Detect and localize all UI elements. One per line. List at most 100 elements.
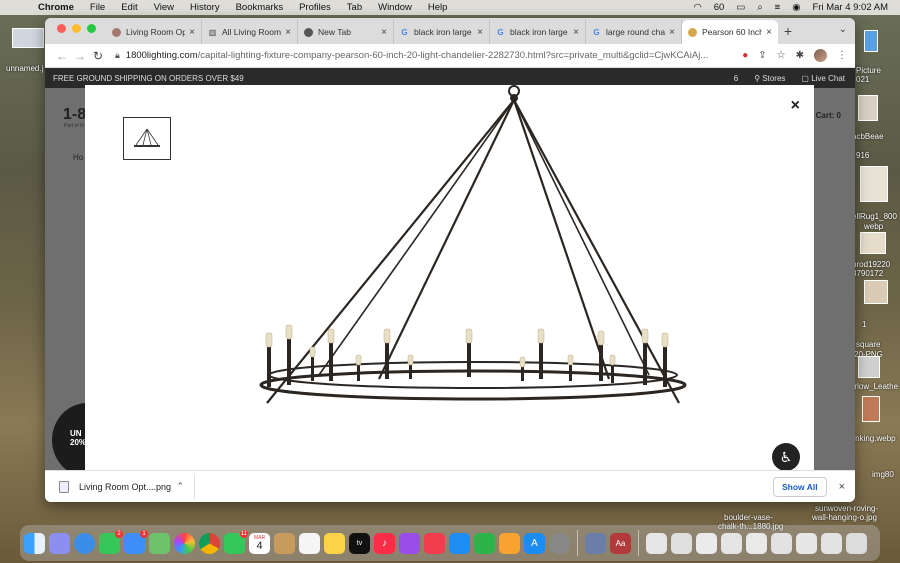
desktop-file-label[interactable]: 916 bbox=[856, 151, 869, 160]
desktop-file-thumbnail[interactable] bbox=[12, 28, 44, 48]
messages-icon[interactable]: 2 bbox=[99, 529, 123, 554]
safari-icon[interactable] bbox=[74, 532, 95, 554]
desktop-file-label[interactable]: 8790172 bbox=[852, 269, 883, 278]
desktop-file-label[interactable]: acbBeae bbox=[852, 132, 884, 141]
zoom-window-button[interactable] bbox=[87, 23, 96, 33]
close-tab-icon[interactable]: × bbox=[285, 27, 291, 38]
accessibility-button[interactable]: ♿︎ bbox=[772, 443, 800, 470]
profile-avatar[interactable] bbox=[814, 49, 827, 62]
recent-file-icon[interactable] bbox=[721, 532, 742, 554]
menu-help[interactable]: Help bbox=[428, 2, 448, 13]
menu-history[interactable]: History bbox=[190, 2, 220, 13]
desktop-file-label[interactable]: boulder-vase- bbox=[724, 513, 773, 522]
news-icon[interactable] bbox=[424, 532, 445, 554]
product-thumbnail[interactable] bbox=[123, 117, 171, 160]
desktop-file-thumbnail[interactable] bbox=[858, 356, 880, 378]
recent-file-icon[interactable] bbox=[821, 532, 842, 554]
desktop-file-label[interactable]: webp bbox=[864, 222, 883, 231]
recent-file-icon[interactable] bbox=[646, 532, 667, 554]
close-tab-icon[interactable]: × bbox=[766, 27, 772, 38]
address-bar[interactable]: 🔒︎ 1800lighting.com /capital-lighting-fi… bbox=[115, 50, 732, 61]
desktop-file-thumbnail[interactable] bbox=[860, 232, 886, 254]
tab-new-tab[interactable]: New Tab × bbox=[298, 20, 394, 44]
facetime-icon[interactable]: 11 bbox=[224, 529, 248, 554]
recent-file-icon[interactable] bbox=[746, 532, 767, 554]
desktop-file-label[interactable]: square bbox=[856, 340, 880, 349]
forward-arrow-icon[interactable]: → bbox=[71, 49, 89, 63]
menu-window[interactable]: Window bbox=[378, 2, 412, 13]
close-tab-icon[interactable]: × bbox=[477, 27, 483, 38]
cart-link[interactable]: Cart: 0 bbox=[816, 111, 841, 120]
extension-badge-icon[interactable]: ● bbox=[742, 50, 748, 61]
chevron-up-icon[interactable]: ⌃ bbox=[176, 481, 184, 492]
kebab-menu-icon[interactable]: ⋮ bbox=[837, 50, 847, 61]
chevron-down-icon[interactable]: ⌄ bbox=[839, 24, 847, 35]
close-tab-icon[interactable]: × bbox=[669, 27, 675, 38]
recent-file-icon[interactable] bbox=[796, 532, 817, 554]
menu-file[interactable]: File bbox=[90, 2, 105, 13]
desktop-file-thumbnail[interactable] bbox=[858, 95, 878, 121]
tab-living-room-options[interactable]: Living Room Opt × bbox=[106, 20, 202, 44]
wifi-icon[interactable]: ◠ bbox=[693, 2, 701, 13]
menu-edit[interactable]: Edit bbox=[121, 2, 137, 13]
clock[interactable]: Fri Mar 4 9:02 AM bbox=[813, 2, 889, 13]
tab-google-search-1[interactable]: G black iron large × bbox=[394, 20, 490, 44]
reload-icon[interactable]: ↻ bbox=[89, 49, 107, 63]
desktop-file-label[interactable]: prod19220 bbox=[852, 260, 890, 269]
shipping-banner-text[interactable]: FREE GROUND SHIPPING ON ORDERS OVER $49 bbox=[53, 74, 244, 83]
app-store-icon[interactable]: A bbox=[524, 532, 545, 554]
close-tab-icon[interactable]: × bbox=[189, 27, 195, 38]
desktop-file-thumbnail[interactable] bbox=[862, 396, 880, 422]
desktop-file-label[interactable]: sunwoven-roving- bbox=[815, 504, 878, 513]
download-item[interactable]: Living Room Opt....png ⌃ bbox=[55, 474, 195, 499]
menu-view[interactable]: View bbox=[154, 2, 174, 13]
dictionary-icon[interactable]: Aa bbox=[610, 532, 631, 554]
trash-icon[interactable] bbox=[846, 532, 867, 554]
puzzle-icon[interactable]: ✱ bbox=[796, 50, 804, 61]
desktop-file-label[interactable]: 021 bbox=[856, 75, 869, 84]
menu-tab[interactable]: Tab bbox=[347, 2, 362, 13]
close-lightbox-button[interactable]: × bbox=[791, 97, 800, 115]
new-tab-button[interactable]: + bbox=[778, 23, 798, 39]
launchpad-icon[interactable] bbox=[49, 532, 70, 554]
site-logo[interactable]: 1-8 bbox=[63, 106, 86, 124]
desktop-file-thumbnail[interactable] bbox=[864, 280, 888, 304]
photos-icon[interactable] bbox=[174, 532, 195, 554]
search-icon[interactable]: ⌕ bbox=[757, 2, 762, 13]
close-window-button[interactable] bbox=[57, 23, 66, 33]
live-chat-link[interactable]: ▢ Live Chat bbox=[801, 74, 845, 83]
desktop-file-label[interactable]: ranking.webp bbox=[848, 434, 896, 443]
stores-link[interactable]: ⚲ Stores bbox=[754, 74, 785, 83]
mail-icon[interactable]: 1 bbox=[124, 529, 148, 554]
calendar-icon[interactable]: MAR 4 bbox=[249, 532, 270, 554]
maps-icon[interactable] bbox=[149, 532, 170, 554]
pages-icon[interactable] bbox=[499, 532, 520, 554]
apple-tv-icon[interactable]: tv bbox=[349, 532, 370, 554]
desktop-file-label[interactable]: 1 bbox=[862, 320, 866, 329]
system-preferences-icon[interactable] bbox=[549, 532, 570, 554]
tab-all-living-room[interactable]: ▥ All Living Room × bbox=[202, 20, 298, 44]
desktop-file-label[interactable]: img80 bbox=[872, 470, 894, 479]
menu-app[interactable]: Chrome bbox=[38, 2, 74, 13]
keynote-icon[interactable] bbox=[449, 532, 470, 554]
desktop-file-label[interactable]: Picture bbox=[856, 66, 881, 75]
chrome-icon[interactable] bbox=[199, 532, 220, 554]
minimize-window-button[interactable] bbox=[72, 23, 81, 33]
podcasts-icon[interactable] bbox=[399, 532, 420, 554]
star-icon[interactable]: ☆ bbox=[777, 50, 786, 61]
desktop-file-thumbnail[interactable] bbox=[864, 30, 878, 52]
recent-file-icon[interactable] bbox=[771, 532, 792, 554]
music-icon[interactable]: ♪ bbox=[374, 532, 395, 554]
back-arrow-icon[interactable]: ← bbox=[53, 49, 71, 63]
battery-icon[interactable]: ▭ bbox=[736, 2, 745, 13]
notes-icon[interactable] bbox=[324, 532, 345, 554]
preview-icon[interactable] bbox=[585, 532, 606, 554]
close-tab-icon[interactable]: × bbox=[381, 27, 387, 38]
recent-file-icon[interactable] bbox=[696, 532, 717, 554]
numbers-icon[interactable] bbox=[474, 532, 495, 554]
menu-profiles[interactable]: Profiles bbox=[299, 2, 331, 13]
finder-icon[interactable] bbox=[24, 532, 45, 554]
tab-pearson-chandelier[interactable]: Pearson 60 Inch × bbox=[682, 20, 778, 44]
show-all-downloads-button[interactable]: Show All bbox=[772, 476, 827, 497]
siri-icon[interactable]: ◉ bbox=[792, 2, 800, 13]
